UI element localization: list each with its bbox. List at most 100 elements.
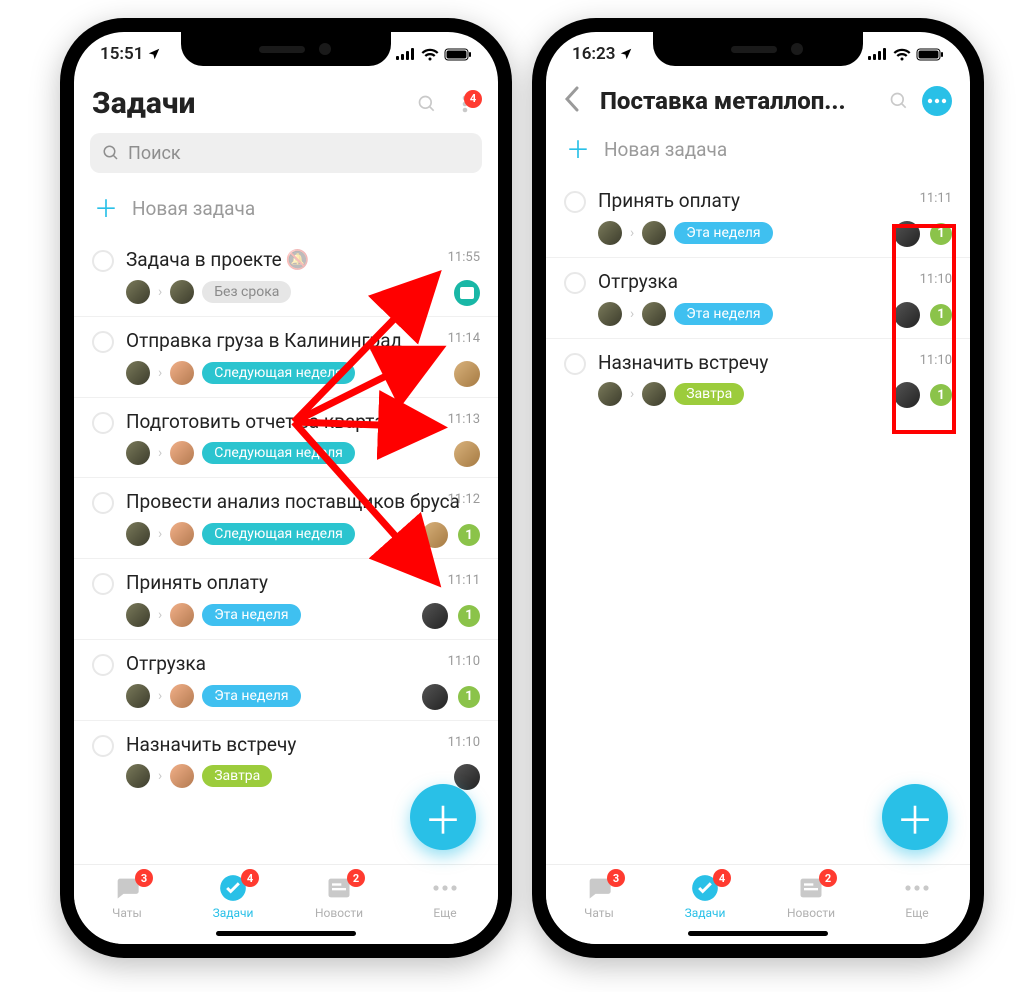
home-indicator [688, 931, 828, 936]
search-icon[interactable] [884, 86, 914, 116]
tab-chats[interactable]: 3 Чаты [87, 873, 167, 920]
complete-checkbox[interactable] [92, 573, 114, 595]
chevron-right-icon: › [158, 768, 162, 784]
notifications-badge: 4 [464, 90, 482, 108]
task-title: Назначить встречу [126, 733, 480, 757]
new-task-row[interactable]: ＋ Новая задача [546, 122, 970, 177]
task-row[interactable]: Назначить встречу › Завтра 11:10 1 [546, 338, 970, 419]
cellular-icon [396, 48, 416, 60]
complete-checkbox[interactable] [564, 353, 586, 375]
assignee-avatar [170, 441, 194, 465]
assignee-avatar [642, 382, 666, 406]
task-row[interactable]: Отгрузка › Эта неделя 11:10 1 [546, 257, 970, 338]
complete-checkbox[interactable] [92, 492, 114, 514]
notifications-button[interactable]: 4 [450, 94, 480, 114]
tab-chats[interactable]: 3 Чаты [559, 873, 639, 920]
chevron-right-icon: › [158, 445, 162, 461]
status-time: 15:51 [100, 44, 143, 64]
due-chip: Следующая неделя [202, 442, 355, 464]
due-chip: Эта неделя [202, 685, 300, 707]
task-title: Подготовить отчет за квартал [126, 410, 480, 434]
complete-checkbox[interactable] [92, 412, 114, 434]
complete-checkbox[interactable] [564, 191, 586, 213]
count-badge: 1 [930, 223, 952, 245]
task-row[interactable]: Принять оплату › Эта неделя 11:11 1 [546, 177, 970, 257]
new-task-row[interactable]: ＋ Новая задача [74, 181, 498, 236]
page-title: Поставка металлоп... [600, 87, 876, 115]
home-indicator [216, 931, 356, 936]
page-title: Задачи [92, 86, 404, 121]
search-placeholder: Поиск [128, 143, 181, 164]
task-title: Принять оплату [598, 189, 952, 213]
search-input[interactable]: Поиск [90, 133, 482, 173]
task-row[interactable]: Отгрузка › Эта неделя 11:10 1 [74, 639, 498, 720]
tab-more[interactable]: Еще [405, 873, 485, 920]
tab-tasks[interactable]: 4 Задачи [665, 873, 745, 920]
due-chip: Завтра [202, 765, 272, 787]
task-row[interactable]: Задача в проекте🔕 › Без срока 11:55 [74, 236, 498, 316]
assignee-avatar [170, 684, 194, 708]
project-avatar [894, 221, 920, 247]
tab-chats-badge: 3 [607, 869, 625, 887]
notch [653, 32, 863, 66]
count-badge: 1 [458, 686, 480, 708]
tab-label: Задачи [213, 906, 254, 920]
tab-news[interactable]: 2 Новости [299, 873, 379, 920]
assignee-avatar [170, 361, 194, 385]
fab-add-button[interactable]: ＋ [882, 784, 948, 850]
author-avatar [126, 280, 150, 304]
task-row[interactable]: Подготовить отчет за квартал › Следующая… [74, 397, 498, 478]
task-row[interactable]: Отправка груза в Калининград › Следующая… [74, 316, 498, 397]
due-chip: Следующая неделя [202, 362, 355, 384]
complete-checkbox[interactable] [92, 735, 114, 757]
battery-icon [916, 48, 944, 61]
author-avatar [598, 382, 622, 406]
project-avatar [454, 280, 480, 306]
tab-news-badge: 2 [819, 869, 837, 887]
tab-label: Еще [905, 906, 928, 920]
tab-chats-badge: 3 [135, 869, 153, 887]
back-button[interactable] [564, 86, 592, 116]
tab-more[interactable]: Еще [877, 873, 957, 920]
project-avatar [454, 764, 480, 790]
chevron-right-icon: › [158, 365, 162, 381]
task-row[interactable]: Принять оплату › Эта неделя 11:11 1 [74, 558, 498, 639]
task-row[interactable]: Провести анализ поставщиков бруса › След… [74, 477, 498, 558]
more-icon [430, 873, 460, 903]
status-time: 16:23 [572, 44, 615, 64]
new-task-label: Новая задача [132, 197, 255, 220]
more-button[interactable] [922, 86, 952, 116]
tab-tasks[interactable]: 4 Задачи [193, 873, 273, 920]
author-avatar [126, 764, 150, 788]
assignee-avatar [170, 764, 194, 788]
complete-checkbox[interactable] [92, 250, 114, 272]
tab-label: Новости [315, 906, 363, 920]
due-chip: Эта неделя [202, 604, 300, 626]
phone-right: 16:23 Поставка металлоп... [532, 18, 984, 958]
author-avatar [126, 522, 150, 546]
chevron-right-icon: › [158, 607, 162, 623]
cellular-icon [868, 48, 888, 60]
assignee-avatar [170, 603, 194, 627]
task-title: Задача в проекте🔕 [126, 248, 480, 272]
tab-label: Еще [433, 906, 456, 920]
search-icon[interactable] [412, 89, 442, 119]
task-title: Отправка груза в Калининград [126, 329, 480, 353]
chevron-right-icon: › [630, 306, 634, 322]
tab-news[interactable]: 2 Новости [771, 873, 851, 920]
task-time: 11:11 [920, 191, 952, 206]
due-chip: Завтра [674, 383, 744, 405]
author-avatar [126, 441, 150, 465]
chevron-right-icon: › [630, 225, 634, 241]
complete-checkbox[interactable] [92, 331, 114, 353]
tab-label: Задачи [685, 906, 726, 920]
project-avatar [422, 522, 448, 548]
complete-checkbox[interactable] [564, 272, 586, 294]
fab-add-button[interactable]: ＋ [410, 784, 476, 850]
notch [181, 32, 391, 66]
project-avatar [422, 684, 448, 710]
task-title: Назначить встречу [598, 351, 952, 375]
author-avatar [598, 302, 622, 326]
complete-checkbox[interactable] [92, 654, 114, 676]
project-avatar [894, 382, 920, 408]
